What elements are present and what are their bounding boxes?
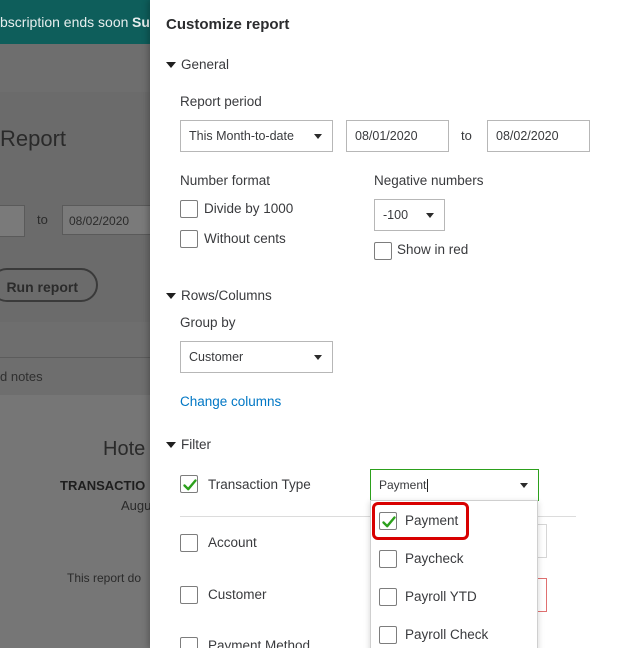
show-in-red-checkbox[interactable] xyxy=(374,242,392,260)
general-section-toggle[interactable]: General xyxy=(166,57,229,72)
group-by-label: Group by xyxy=(180,315,236,330)
customer-label: Customer xyxy=(208,587,267,602)
option-label: Paycheck xyxy=(405,551,464,566)
rows-columns-heading: Rows/Columns xyxy=(181,288,272,303)
number-format-label: Number format xyxy=(180,173,271,188)
report-title: Report xyxy=(0,126,67,151)
date-to-field[interactable]: 08/02/2020 xyxy=(487,120,590,152)
chevron-down-icon xyxy=(426,213,434,218)
account-label: Account xyxy=(208,535,257,550)
report-period-select[interactable]: This Month-to-date xyxy=(180,120,333,152)
transaction-type-value: Payment xyxy=(379,478,427,492)
show-in-red-label: Show in red xyxy=(397,242,469,257)
without-cents-label: Without cents xyxy=(204,231,286,246)
report-sheet xyxy=(0,395,160,648)
group-by-select[interactable]: Customer xyxy=(180,341,333,373)
panel-title: Customize report xyxy=(166,16,290,33)
general-heading: General xyxy=(181,57,230,72)
date-to-input[interactable]: 08/02/2020 xyxy=(62,205,162,235)
filter-section-toggle[interactable]: Filter xyxy=(166,437,211,452)
report-period: Augu xyxy=(121,498,152,513)
chevron-down-icon xyxy=(520,483,528,488)
to-label: to xyxy=(461,128,472,143)
payment-method-checkbox[interactable] xyxy=(180,637,198,648)
report-empty-note: This report do xyxy=(67,571,142,585)
divider xyxy=(0,357,160,358)
negative-numbers-label: Negative numbers xyxy=(374,173,484,188)
option-paycheck[interactable]: Paycheck xyxy=(379,550,529,570)
report-period-label: Report period xyxy=(180,94,262,109)
checkmark-icon xyxy=(183,479,197,491)
option-label: Payroll YTD xyxy=(405,589,477,604)
caret-down-icon xyxy=(166,293,176,300)
transaction-type-input[interactable]: Payment xyxy=(370,469,539,501)
customer-checkbox[interactable] xyxy=(180,586,198,604)
caret-down-icon xyxy=(166,62,176,69)
chevron-down-icon xyxy=(314,355,322,360)
filter-heading: Filter xyxy=(181,437,211,452)
banner-link[interactable]: Su xyxy=(132,0,150,44)
option-payroll-ytd[interactable]: Payroll YTD xyxy=(379,588,529,608)
company-name: Hote xyxy=(103,438,146,460)
option-payroll-check-checkbox[interactable] xyxy=(379,626,397,644)
option-payroll-check[interactable]: Payroll Check xyxy=(379,626,529,646)
transaction-type-label: Transaction Type xyxy=(208,477,311,492)
highlight-annotation xyxy=(372,502,469,540)
report-period-value: This Month-to-date xyxy=(189,129,294,143)
to-label: to xyxy=(37,212,48,227)
text-cursor xyxy=(427,479,429,493)
caret-down-icon xyxy=(166,442,176,449)
negative-numbers-select[interactable]: -100 xyxy=(374,199,445,231)
option-label: Payroll Check xyxy=(405,627,489,642)
customize-report-panel: Customize report General Report period T… xyxy=(150,0,629,648)
negative-numbers-value: -100 xyxy=(383,208,409,222)
transaction-type-checkbox[interactable] xyxy=(180,475,198,493)
date-from-field[interactable]: 08/01/2020 xyxy=(346,120,449,152)
add-notes-link[interactable]: d notes xyxy=(0,369,43,384)
change-columns-link[interactable]: Change columns xyxy=(180,394,281,409)
account-checkbox[interactable] xyxy=(180,534,198,552)
option-paycheck-checkbox[interactable] xyxy=(379,550,397,568)
report-type: TRANSACTIO xyxy=(60,478,146,493)
divide-by-1000-label: Divide by 1000 xyxy=(204,201,294,216)
banner-text: bscription ends soon xyxy=(0,14,129,30)
option-payroll-ytd-checkbox[interactable] xyxy=(379,588,397,606)
rows-columns-section-toggle[interactable]: Rows/Columns xyxy=(166,288,272,303)
chevron-down-icon xyxy=(314,134,322,139)
without-cents-checkbox[interactable] xyxy=(180,230,198,248)
group-by-value: Customer xyxy=(189,350,244,364)
date-from-input[interactable] xyxy=(0,205,25,237)
payment-method-label: Payment Method xyxy=(208,638,311,648)
divide-by-1000-checkbox[interactable] xyxy=(180,200,198,218)
run-report-button[interactable]: Run report xyxy=(0,268,98,302)
